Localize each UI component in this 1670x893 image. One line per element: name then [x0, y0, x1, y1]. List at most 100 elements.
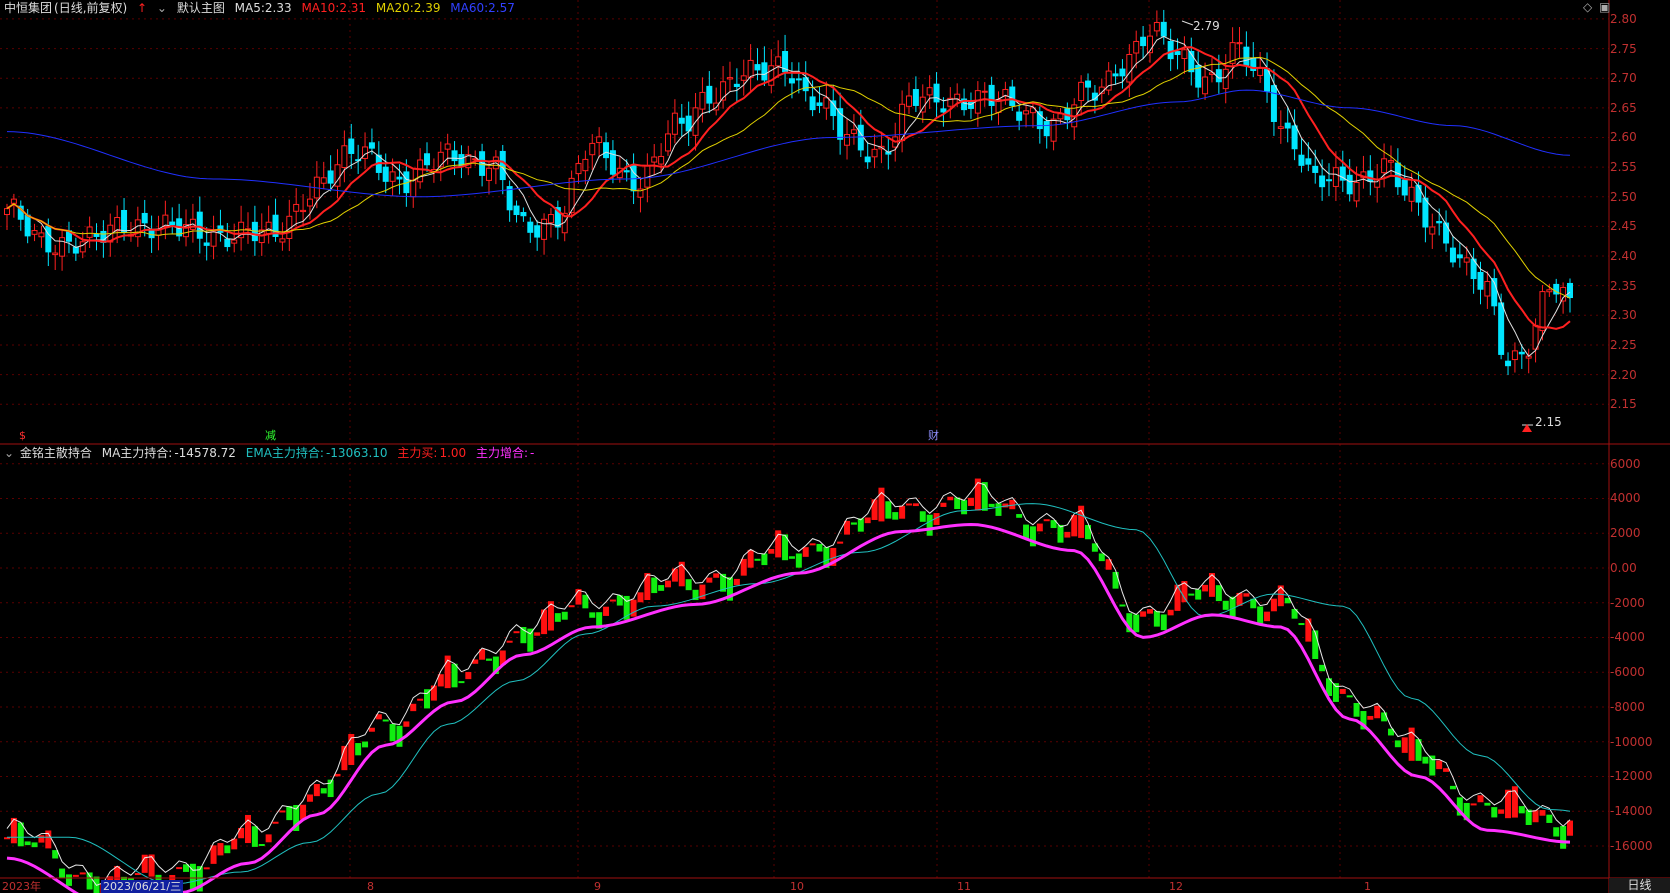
indicator-bar: [665, 580, 672, 588]
candle-body: [740, 75, 747, 81]
indicator-bar: [465, 672, 472, 680]
candle-body: [1043, 121, 1050, 137]
indicator-bar: [1346, 695, 1353, 698]
indicator-bar: [768, 548, 775, 554]
y-tick-label: 2.25: [1610, 337, 1637, 352]
y-tick-label: -10000: [1610, 734, 1653, 749]
candle-body: [671, 112, 678, 135]
indicator-bar: [272, 821, 279, 824]
candle-body: [1477, 271, 1484, 290]
ma10-label: MA10:: [301, 1, 340, 15]
indicator-name[interactable]: 金铭主散持合: [20, 446, 92, 460]
y-tick-label: 6000: [1610, 456, 1641, 471]
candle-body: [795, 78, 802, 81]
candle-body: [4, 208, 10, 216]
candle-body: [919, 96, 926, 113]
indicator-bar: [1553, 827, 1560, 837]
indicator-bar: [671, 568, 678, 582]
indicator-bar: [1449, 785, 1456, 790]
indicator-bar: [761, 553, 768, 566]
indicator-bar: [79, 872, 86, 875]
candle-body: [1202, 76, 1209, 95]
indicator-bar: [1160, 614, 1167, 631]
indicator-bar: [410, 703, 417, 712]
candle-body: [451, 150, 458, 162]
indicator-bar: [1167, 609, 1174, 616]
indicator-bar: [1429, 755, 1436, 776]
candle-body: [224, 238, 231, 248]
indicator-bar: [1243, 593, 1250, 597]
dropdown-icon[interactable]: ⌄: [157, 1, 167, 15]
grid-lines: [0, 0, 1609, 878]
candle-body: [768, 65, 775, 86]
template-name[interactable]: 默认主图: [177, 1, 225, 15]
y-tick-label: 2.35: [1610, 278, 1637, 293]
candle-body: [210, 231, 217, 247]
indicator-bar: [355, 743, 362, 756]
indicator-bar: [802, 547, 809, 557]
x-label-cursor-date[interactable]: 2023/06/21/三: [101, 880, 184, 893]
x-label-year: 2023年: [2, 880, 41, 893]
main-add-label: 主力增合:: [475, 446, 529, 460]
indicator-bar: [961, 500, 968, 515]
candle-body: [1270, 85, 1277, 122]
candle-body: [499, 150, 506, 181]
candle-body: [1484, 281, 1491, 297]
indicator-bar: [286, 805, 293, 821]
y-tick-label: -12000: [1610, 769, 1653, 784]
indicator-bar: [1085, 524, 1092, 540]
main-buy-value: 1.00: [439, 446, 467, 460]
candle-body: [547, 214, 554, 224]
dropdown-icon[interactable]: ⌄: [4, 446, 14, 460]
period-selector[interactable]: 日线: [1609, 878, 1670, 893]
event-marker-dividend[interactable]: $: [19, 429, 26, 442]
candle-body: [1284, 122, 1291, 129]
indicator-bar: [362, 741, 369, 748]
candle-body: [1449, 247, 1456, 263]
indicator-bar: [713, 573, 720, 578]
candle-body: [382, 166, 389, 182]
indicator-bar: [1188, 593, 1195, 596]
candle-body: [864, 156, 871, 163]
stock-name[interactable]: 中恒集团: [4, 1, 52, 15]
indicator-bar: [430, 685, 437, 701]
x-label-sep: 9: [594, 880, 601, 893]
candle-body: [417, 159, 424, 183]
candle-body: [38, 232, 45, 238]
indicator-bar: [1270, 598, 1277, 612]
indicator-bar: [1140, 611, 1147, 617]
indicator-bar: [217, 843, 224, 856]
candle-body: [31, 230, 38, 235]
candle-body: [678, 117, 685, 124]
candle-body: [1085, 80, 1092, 88]
candle-body: [1456, 254, 1463, 259]
ma-hold-value: -14578.72: [174, 446, 236, 460]
candle-body: [1153, 21, 1160, 32]
indicator-bar: [313, 784, 320, 797]
high-annotation: 2.79: [1193, 19, 1220, 33]
x-label-nov: 11: [957, 880, 971, 893]
indicator-bar: [1394, 740, 1401, 748]
indicator-bar: [320, 788, 327, 794]
chart-mode[interactable]: (日线,前复权): [54, 1, 127, 15]
indicator-bar: [988, 503, 995, 508]
indicator-bar: [1036, 523, 1043, 532]
x-label-dec: 12: [1169, 880, 1183, 893]
candle-body: [410, 179, 417, 198]
y-tick-label: 2000: [1610, 526, 1641, 541]
candle-body: [541, 218, 548, 240]
y-tick-label: 2.15: [1610, 397, 1637, 412]
event-marker-finance[interactable]: 财: [928, 429, 939, 442]
candle-body: [1277, 126, 1284, 129]
candle-body: [203, 242, 210, 246]
main-add-value: -: [530, 446, 535, 460]
x-label-oct: 10: [790, 880, 804, 893]
candle-body: [926, 87, 933, 96]
ema-hold-value: -13063.10: [325, 446, 388, 460]
y-tick-label: 2.80: [1610, 11, 1637, 26]
indicator-bar: [1319, 664, 1326, 672]
indicator-bar: [1215, 585, 1222, 602]
diamond-icon[interactable]: ◇: [1583, 0, 1592, 14]
event-marker-reduce[interactable]: 减: [265, 429, 276, 442]
ma60-value: 2.57: [488, 1, 515, 15]
